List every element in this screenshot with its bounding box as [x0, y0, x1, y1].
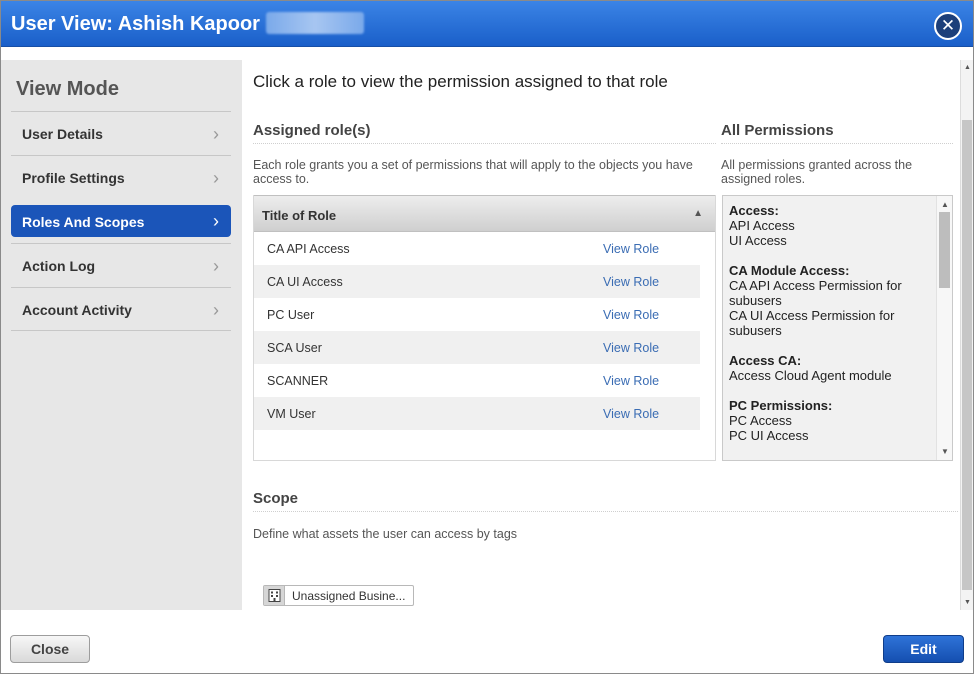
chevron-right-icon: › — [213, 211, 219, 231]
roles-table: Title of Role ▲ CA API Access View Role … — [253, 195, 716, 461]
main-scrollbar[interactable]: ▲ ▼ — [960, 60, 973, 610]
scope-title: Scope — [253, 490, 958, 512]
view-role-link[interactable]: View Role — [603, 374, 659, 388]
view-role-link[interactable]: View Role — [603, 275, 659, 289]
sidebar-heading: View Mode — [16, 78, 119, 100]
table-row: CA API Access View Role — [254, 232, 700, 265]
dialog-footer: Close Edit — [1, 621, 973, 673]
permission-group-title: Access CA: — [729, 353, 802, 368]
permission-group: CA Module Access: CA API Access Permissi… — [729, 263, 937, 338]
sidebar: View Mode User Details › Profile Setting… — [1, 60, 242, 610]
permission-item: UI Access — [729, 233, 787, 248]
dialog-title: User View: Ashish Kapoor — [11, 12, 364, 36]
permission-group: Access CA: Access Cloud Agent module — [729, 353, 937, 383]
all-permissions-title: All Permissions — [721, 122, 953, 144]
column-header-title-of-role[interactable]: Title of Role ▲ — [254, 195, 715, 232]
sidebar-item-label: Roles And Scopes — [22, 214, 145, 230]
assigned-roles-description: Each role grants you a set of permission… — [253, 158, 693, 186]
scope-tag[interactable]: Unassigned Busine... — [263, 585, 415, 606]
permission-item: API Access — [729, 218, 795, 233]
role-name: SCA User — [267, 341, 322, 355]
sidebar-nav: User Details › Profile Settings › Roles … — [11, 111, 231, 331]
view-role-link[interactable]: View Role — [603, 242, 659, 256]
scroll-down-icon[interactable]: ▼ — [964, 599, 971, 606]
permissions-content: Access: API Access UI Access CA Module A… — [729, 203, 937, 458]
permissions-scrollbar[interactable]: ▲ ▼ — [936, 196, 952, 460]
permission-item: CA API Access Permission for subusers — [729, 278, 902, 308]
all-permissions-description: All permissions granted across the assig… — [721, 158, 913, 186]
table-row: CA UI Access View Role — [254, 265, 700, 298]
redacted-username — [265, 12, 364, 34]
assigned-roles-title: Assigned role(s) — [253, 122, 716, 144]
scroll-down-icon[interactable]: ▼ — [941, 447, 949, 456]
chevron-right-icon: › — [213, 256, 219, 276]
table-row: SCANNER View Role — [254, 364, 700, 397]
sidebar-item-label: Action Log — [22, 258, 96, 274]
sidebar-item-profile-settings[interactable]: Profile Settings › — [11, 155, 231, 199]
permission-item: Access Cloud Agent module — [729, 368, 892, 383]
scrollbar-thumb[interactable] — [939, 212, 950, 288]
main-panel: Click a role to view the permission assi… — [242, 60, 960, 610]
scope-tag-label: Unassigned Busine... — [292, 588, 406, 603]
permission-item: CA UI Access Permission for subusers — [729, 308, 895, 338]
permission-item: PC UI Access — [729, 428, 809, 443]
edit-button[interactable]: Edit — [883, 635, 964, 663]
scope-description: Define what assets the user can access b… — [253, 527, 518, 541]
table-row: SCA User View Role — [254, 331, 700, 364]
role-name: PC User — [267, 308, 315, 322]
close-button[interactable]: Close — [10, 635, 90, 663]
permission-group: PC Permissions: PC Access PC UI Access — [729, 398, 937, 443]
sidebar-item-action-log[interactable]: Action Log › — [11, 243, 231, 287]
sidebar-item-user-details[interactable]: User Details › — [11, 111, 231, 155]
permission-group-title: CA Module Access: — [729, 263, 850, 278]
permission-group-title: Access: — [729, 203, 779, 218]
permission-item: PC Access — [729, 413, 792, 428]
role-name: CA API Access — [267, 242, 350, 256]
chevron-right-icon: › — [213, 168, 219, 188]
scrollbar-thumb[interactable] — [962, 120, 972, 590]
sidebar-item-label: Profile Settings — [22, 170, 125, 186]
role-name: SCANNER — [267, 374, 329, 388]
sidebar-item-roles-and-scopes[interactable]: Roles And Scopes › — [11, 205, 231, 237]
view-role-link[interactable]: View Role — [603, 308, 659, 322]
permission-group: Access: API Access UI Access — [729, 203, 937, 248]
close-icon[interactable]: ✕ — [934, 12, 962, 40]
permission-group-title: PC Permissions: — [729, 398, 833, 413]
role-name: VM User — [267, 407, 316, 421]
sidebar-item-label: User Details — [22, 126, 103, 142]
scroll-up-icon[interactable]: ▲ — [964, 64, 971, 71]
scroll-up-icon[interactable]: ▲ — [941, 200, 949, 209]
title-bar: User View: Ashish Kapoor ✕ — [1, 1, 973, 47]
column-header-label: Title of Role — [262, 208, 337, 223]
chevron-right-icon: › — [213, 124, 219, 144]
page-heading: Click a role to view the permission assi… — [253, 72, 668, 91]
view-role-link[interactable]: View Role — [603, 341, 659, 355]
user-view-dialog: User View: Ashish Kapoor ✕ View Mode Use… — [0, 0, 974, 674]
building-icon — [264, 586, 285, 605]
table-row: PC User View Role — [254, 298, 700, 331]
sort-ascending-icon[interactable]: ▲ — [693, 208, 703, 219]
sidebar-item-label: Account Activity — [22, 302, 132, 318]
sidebar-item-account-activity[interactable]: Account Activity › — [11, 287, 231, 331]
table-row: VM User View Role — [254, 397, 700, 430]
chevron-right-icon: › — [213, 300, 219, 320]
view-role-link[interactable]: View Role — [603, 407, 659, 421]
role-name: CA UI Access — [267, 275, 343, 289]
permissions-list[interactable]: Access: API Access UI Access CA Module A… — [722, 195, 953, 461]
